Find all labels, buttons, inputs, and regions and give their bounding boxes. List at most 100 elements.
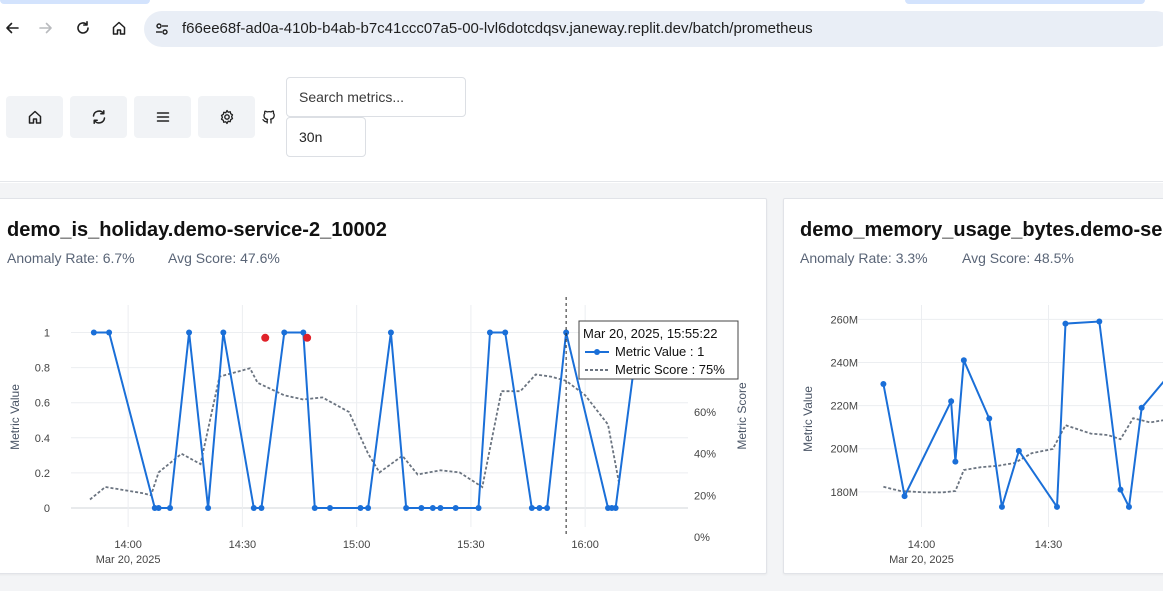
- tooltip-value: Metric Value : 1: [615, 344, 704, 359]
- reload-button[interactable]: [71, 16, 95, 40]
- x-tick-label: 14:00: [114, 539, 142, 551]
- menu-icon: [156, 112, 169, 122]
- score-line: [89, 367, 621, 501]
- value-point: [106, 329, 113, 336]
- value-point: [186, 329, 193, 336]
- x-tick-label: 14:00: [908, 539, 936, 551]
- search-input[interactable]: [286, 77, 466, 117]
- arrow-right-icon: [39, 22, 52, 34]
- value-point: [1138, 404, 1145, 411]
- y2-tick-label: 40%: [694, 449, 716, 461]
- value-point: [544, 504, 551, 511]
- value-point: [452, 504, 459, 511]
- address-bar[interactable]: f66ee68f-ad0a-410b-b4ab-b7c41ccc07a5-00-…: [144, 11, 1163, 47]
- refresh-button[interactable]: [70, 96, 127, 138]
- tab-strip-left: [0, 0, 150, 4]
- value-series: [880, 318, 1163, 511]
- y-tick-label: 0.4: [35, 433, 50, 445]
- github-link[interactable]: [261, 108, 279, 126]
- anomaly-rate: Anomaly Rate: 3.3%: [800, 250, 928, 266]
- metric-chart[interactable]: 180M200M220M240M260M 14:00Mar 20, 202514…: [784, 265, 1163, 574]
- value-point: [901, 493, 908, 500]
- y-tick-label: 0.6: [35, 398, 50, 410]
- metric-card-memory: demo_memory_usage_bytes.demo-service-2_1…: [783, 198, 1163, 574]
- x-tick-label: 14:30: [229, 539, 257, 551]
- value-series: [90, 329, 642, 511]
- value-point: [502, 329, 509, 336]
- y-axis-label: Metric Value: [801, 386, 815, 452]
- url-text[interactable]: f66ee68f-ad0a-410b-b4ab-b7c41ccc07a5-00-…: [182, 20, 813, 37]
- value-point: [281, 329, 288, 336]
- github-icon: [262, 110, 275, 124]
- value-point: [1125, 503, 1132, 510]
- value-point: [90, 329, 97, 336]
- y-axis-label: Metric Value: [8, 384, 22, 450]
- avg-score: Avg Score: 48.5%: [962, 250, 1074, 266]
- value-point: [437, 504, 444, 511]
- value-point: [403, 504, 410, 511]
- value-point: [998, 503, 1005, 510]
- arrow-left-icon: [6, 22, 19, 34]
- y-tick-label: 180M: [830, 487, 858, 499]
- y-tick-label: 260M: [830, 314, 858, 326]
- hover-tooltip: Mar 20, 2025, 15:55:22 Metric Value : 1 …: [578, 320, 739, 380]
- value-line: [882, 320, 1163, 511]
- value-point: [486, 329, 493, 336]
- value-point: [986, 415, 993, 422]
- value-point: [429, 504, 436, 511]
- value-point: [952, 458, 959, 465]
- home-icon: [28, 110, 41, 124]
- y-tick-label: 0.2: [35, 468, 50, 480]
- y-tick-label: 240M: [830, 357, 858, 369]
- settings-button[interactable]: [198, 96, 255, 138]
- anomaly-point: [261, 333, 270, 342]
- y2-tick-label: 60%: [694, 407, 716, 419]
- site-info-button[interactable]: [150, 17, 174, 41]
- y2-axis-label: Metric Score: [735, 382, 749, 450]
- value-point: [167, 504, 174, 511]
- metric-chart[interactable]: 0 0.2 0.4 0.6 0.8 1 0% 20% 40% 60% 14:00 Mar 20, …: [0, 265, 767, 574]
- x-tick-label: 14:30: [1035, 539, 1063, 551]
- value-point: [311, 504, 318, 511]
- value-point: [475, 504, 482, 511]
- value-point: [205, 504, 212, 511]
- anomaly-rate: Anomaly Rate: 6.7%: [7, 250, 135, 266]
- gear-icon: [220, 109, 233, 125]
- home-icon: [112, 21, 126, 35]
- avg-score: Avg Score: 47.6%: [168, 250, 280, 266]
- x-axis: 14:00 Mar 20, 2025 14:30 15:00 15:30 16:00: [96, 539, 599, 566]
- y-axis: 0 0.2 0.4 0.6 0.8 1: [35, 328, 50, 515]
- y2-tick-label: 0%: [694, 532, 710, 544]
- y-axis: 180M 200M 220M 240M 260M: [830, 314, 858, 499]
- anomaly-point: [303, 333, 312, 342]
- x-tick-sublabel: Mar 20, 2025: [96, 554, 161, 566]
- forward-button[interactable]: [34, 16, 58, 40]
- tooltip-score: Metric Score : 75%: [615, 362, 725, 377]
- y2-axis: 0% 20% 40% 60%: [694, 407, 716, 544]
- x-axis: 14:00 Mar 20, 2025 14:30: [889, 539, 1062, 566]
- back-button[interactable]: [0, 16, 24, 40]
- value-point: [365, 504, 372, 511]
- tooltip-header: Mar 20, 2025, 15:55:22: [583, 326, 717, 341]
- value-point: [960, 357, 967, 364]
- menu-button[interactable]: [134, 96, 191, 138]
- value-point: [250, 504, 257, 511]
- metrics-grid: demo_is_holiday.demo-service-2_10002 Ano…: [0, 183, 1163, 591]
- value-point: [1053, 503, 1060, 510]
- home-nav-button[interactable]: [6, 96, 63, 138]
- value-point: [948, 398, 955, 405]
- home-button[interactable]: [107, 16, 131, 40]
- reload-icon: [77, 21, 89, 34]
- value-point: [387, 329, 394, 336]
- time-range-input[interactable]: [286, 117, 366, 157]
- x-tick-label: 15:00: [343, 539, 371, 551]
- value-point: [220, 329, 227, 336]
- value-point: [528, 504, 535, 511]
- x-tick-sublabel: Mar 20, 2025: [889, 554, 954, 566]
- y2-tick-label: 20%: [694, 490, 716, 502]
- card-title: demo_is_holiday.demo-service-2_10002: [7, 219, 387, 241]
- value-point: [1096, 318, 1103, 325]
- browser-toolbar: f66ee68f-ad0a-410b-b4ab-b7c41ccc07a5-00-…: [0, 0, 1163, 56]
- metric-card-holiday: demo_is_holiday.demo-service-2_10002 Ano…: [0, 198, 767, 574]
- value-point: [536, 504, 543, 511]
